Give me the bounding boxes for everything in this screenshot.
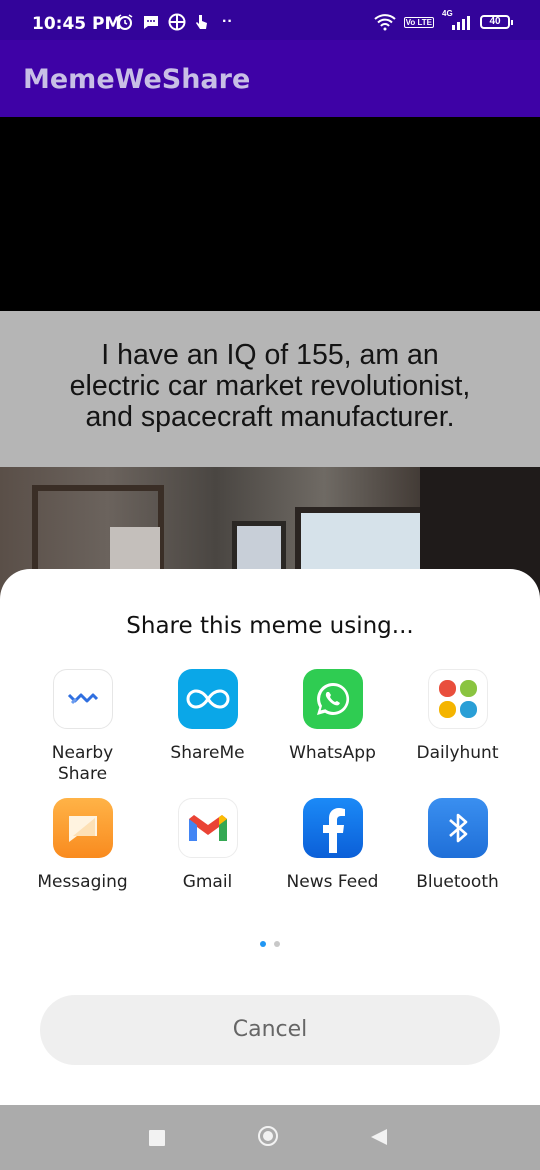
signal-icon: 4G [442,9,472,31]
volte-icon: Vo LTE [403,16,434,28]
whatsapp-icon [302,669,363,729]
page-indicator-dot-active[interactable] [260,941,266,947]
alarm-icon [117,14,133,30]
share-sheet: Share this meme using... Nearby Share Sh… [0,569,540,1105]
bluetooth-icon [427,798,488,858]
status-bar: 10:45 PM ·· Vo LTE 4G 40 [0,0,540,40]
meme-top-area [0,117,540,311]
share-app-whatsapp[interactable]: WhatsApp [270,669,395,764]
meme-caption-band: I have an IQ of 155, am an electric car … [0,311,540,467]
page-indicator [0,941,540,947]
share-app-shareme[interactable]: ShareMe [145,669,270,764]
app-notification-icon [168,13,186,31]
share-app-label: WhatsApp [289,743,376,763]
home-icon[interactable] [258,1126,278,1146]
share-sheet-title: Share this meme using... [126,613,414,639]
more-notifications-icon: ·· [222,13,233,30]
battery-icon: 40 [480,15,513,29]
recents-icon[interactable] [149,1130,165,1146]
dailyhunt-icon [427,669,488,729]
share-app-label: News Feed [286,872,379,892]
touch-icon [196,15,207,29]
app-bar: MemeWeShare [0,40,540,117]
share-app-label: Dailyhunt [416,743,499,763]
facebook-icon [302,798,363,858]
messaging-icon [52,798,113,858]
app-title: MemeWeShare [23,64,251,95]
system-icons: Vo LTE 4G 40 [373,9,513,32]
cancel-button[interactable]: Cancel [40,995,500,1065]
gmail-icon [177,798,238,858]
navigation-bar [0,1105,540,1170]
share-app-label: Nearby Share [51,743,114,784]
share-app-messaging[interactable]: Messaging [20,798,145,893]
share-app-gmail[interactable]: Gmail [145,798,270,893]
share-app-news-feed[interactable]: News Feed [270,798,395,893]
shareme-icon [177,669,238,729]
share-app-nearby-share[interactable]: Nearby Share [20,669,145,785]
page-indicator-dot[interactable] [274,941,280,947]
share-app-label: Bluetooth [416,872,499,892]
back-icon[interactable] [371,1129,387,1145]
status-time: 10:45 PM [32,14,122,34]
nearby-share-icon [52,669,113,729]
share-app-label: Gmail [182,872,233,892]
share-app-bluetooth[interactable]: Bluetooth [395,798,520,893]
message-icon [144,16,158,29]
notification-icons: ·· [116,12,233,32]
meme-caption: I have an IQ of 155, am an electric car … [69,338,471,433]
share-app-dailyhunt[interactable]: Dailyhunt [395,669,520,764]
wifi-icon [373,14,396,31]
share-app-label: ShareMe [170,743,245,763]
share-app-label: Messaging [37,872,128,892]
